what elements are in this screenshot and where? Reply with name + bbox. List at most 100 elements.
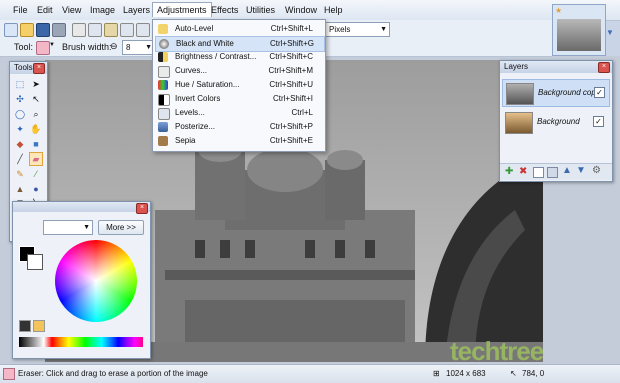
units-select[interactable]: Pixels ▼ [325, 22, 390, 37]
close-icon[interactable]: × [33, 63, 45, 74]
color-wheel[interactable] [55, 240, 137, 322]
menu-view[interactable]: View [58, 3, 85, 17]
palette-strip[interactable] [19, 337, 143, 347]
crop-icon[interactable] [120, 23, 134, 37]
more-colors-button[interactable]: More >> [98, 220, 144, 235]
menu-sepia[interactable]: Sepia Ctrl+Shift+E [155, 134, 323, 148]
color-picker-icon[interactable]: ⁄ [29, 167, 43, 181]
item-label: Hue / Saturation... [175, 80, 240, 89]
new-file-icon[interactable] [4, 23, 18, 37]
image-size: 1024 x 683 [446, 369, 486, 378]
item-label: Posterize... [175, 122, 216, 131]
decrease-icon[interactable]: ⊖ [110, 41, 118, 52]
deselect-icon[interactable] [136, 23, 150, 37]
menu-effects[interactable]: Effects [207, 3, 242, 17]
eraser-tool-icon[interactable] [36, 41, 50, 55]
visibility-checkbox[interactable]: ✓ [594, 87, 605, 98]
brush-width-value: 8 [126, 43, 131, 52]
menu-adjustments[interactable]: Adjustments [152, 2, 212, 17]
layer-properties-icon[interactable]: ⚙ [592, 165, 601, 176]
menu-posterize[interactable]: Posterize... Ctrl+Shift+P [155, 120, 323, 134]
menu-help[interactable]: Help [320, 3, 347, 17]
close-icon[interactable]: × [136, 203, 148, 214]
image-thumbnail [557, 19, 601, 51]
menu-layers[interactable]: Layers [119, 3, 154, 17]
menu-image[interactable]: Image [86, 3, 119, 17]
menu-hue-saturation[interactable]: Hue / Saturation... Ctrl+Shift+U [155, 78, 323, 92]
menu-edit[interactable]: Edit [33, 3, 57, 17]
print-icon[interactable] [52, 23, 66, 37]
eraser-icon[interactable]: ▰ [29, 152, 43, 166]
item-label: Black and White [176, 39, 234, 48]
magic-wand-icon[interactable]: ✦ [13, 122, 27, 136]
copy-icon[interactable] [88, 23, 102, 37]
lasso-icon[interactable]: ✣ [13, 92, 27, 106]
menu-brightness-contrast[interactable]: Brightness / Contrast... Ctrl+Shift+C [155, 50, 323, 64]
menu-curves[interactable]: Curves... Ctrl+Shift+M [155, 64, 323, 78]
save-icon[interactable] [36, 23, 50, 37]
watermark-logo: techtree [450, 336, 544, 366]
color-wheel-overlay [55, 240, 137, 322]
swap-colors-icon[interactable] [19, 320, 31, 332]
brush-width-input[interactable]: 8 ▼ [122, 40, 155, 55]
menu-file[interactable]: File [9, 3, 32, 17]
chevron-down-icon[interactable]: ▼ [49, 42, 55, 48]
menu-invert-colors[interactable]: Invert Colors Ctrl+Shift+I [155, 92, 323, 106]
cut-icon[interactable] [72, 23, 86, 37]
invert-icon [158, 94, 170, 106]
item-shortcut: Ctrl+Shift+E [269, 136, 313, 145]
layers-panel-title: Layers [500, 61, 612, 73]
brightness-icon [158, 52, 168, 62]
item-label: Sepia [175, 136, 196, 145]
layer-row[interactable]: Background copy ✓ [502, 79, 610, 107]
item-shortcut: Ctrl+Shift+U [269, 80, 313, 89]
paste-icon[interactable] [104, 23, 118, 37]
merge-layer-icon[interactable] [547, 167, 558, 178]
image-tab[interactable]: ★ [552, 4, 606, 56]
move-layer-up-icon[interactable]: ▲ [562, 165, 572, 176]
auto-level-icon [158, 24, 168, 34]
add-layer-icon[interactable]: ✚ [505, 166, 513, 177]
move-selected-icon[interactable]: ↖ [29, 92, 43, 106]
colors-panel: × ▼ More >> [12, 201, 151, 359]
chevron-down-icon[interactable]: ▼ [606, 28, 614, 37]
item-shortcut: Ctrl+L [291, 108, 313, 117]
layer-name: Background copy [538, 88, 600, 97]
layer-row[interactable]: Background ✓ [502, 109, 608, 135]
duplicate-layer-icon[interactable] [533, 167, 544, 178]
menu-utilities[interactable]: Utilities [242, 3, 279, 17]
levels-icon [158, 108, 170, 120]
item-label: Levels... [175, 108, 205, 117]
paint-bucket-icon[interactable]: ◆ [13, 137, 27, 151]
recolor-icon[interactable]: ● [29, 182, 43, 196]
color-mode-select[interactable]: ▼ [43, 220, 93, 235]
secondary-color-swatch[interactable] [27, 254, 43, 270]
status-bar: Eraser: Click and drag to erase a portio… [0, 364, 620, 383]
visibility-checkbox[interactable]: ✓ [593, 116, 604, 127]
close-icon[interactable]: × [598, 62, 610, 73]
item-shortcut: Ctrl+Shift+M [268, 66, 313, 75]
pencil-icon[interactable]: ✎ [13, 167, 27, 181]
star-icon: ★ [555, 6, 563, 15]
open-folder-icon[interactable] [20, 23, 34, 37]
palette-icon[interactable] [33, 320, 45, 332]
posterize-icon [158, 122, 168, 132]
gradient-icon[interactable]: ■ [29, 137, 43, 151]
clone-stamp-icon[interactable]: ▲ [13, 182, 27, 196]
ellipse-select-icon[interactable]: ◯ [13, 107, 27, 121]
zoom-icon[interactable]: ⌕ [29, 107, 43, 121]
delete-layer-icon[interactable]: ✖ [519, 166, 527, 177]
menu-window[interactable]: Window [281, 3, 321, 17]
rect-select-icon[interactable]: ⬚ [13, 77, 27, 91]
item-shortcut: Ctrl+Shift+P [269, 122, 313, 131]
menu-auto-level[interactable]: Auto-Level Ctrl+Shift+L [155, 22, 323, 36]
move-selection-icon[interactable]: ➤ [29, 77, 43, 91]
status-message: Eraser: Click and drag to erase a portio… [18, 369, 208, 378]
tool-label: Tool: [14, 42, 34, 52]
curves-icon [158, 66, 170, 78]
move-layer-down-icon[interactable]: ▼ [576, 165, 586, 176]
item-shortcut: Ctrl+Shift+C [269, 52, 313, 61]
pan-icon[interactable]: ✋ [29, 122, 43, 136]
menu-levels[interactable]: Levels... Ctrl+L [155, 106, 323, 120]
paintbrush-icon[interactable]: ╱ [13, 152, 27, 166]
